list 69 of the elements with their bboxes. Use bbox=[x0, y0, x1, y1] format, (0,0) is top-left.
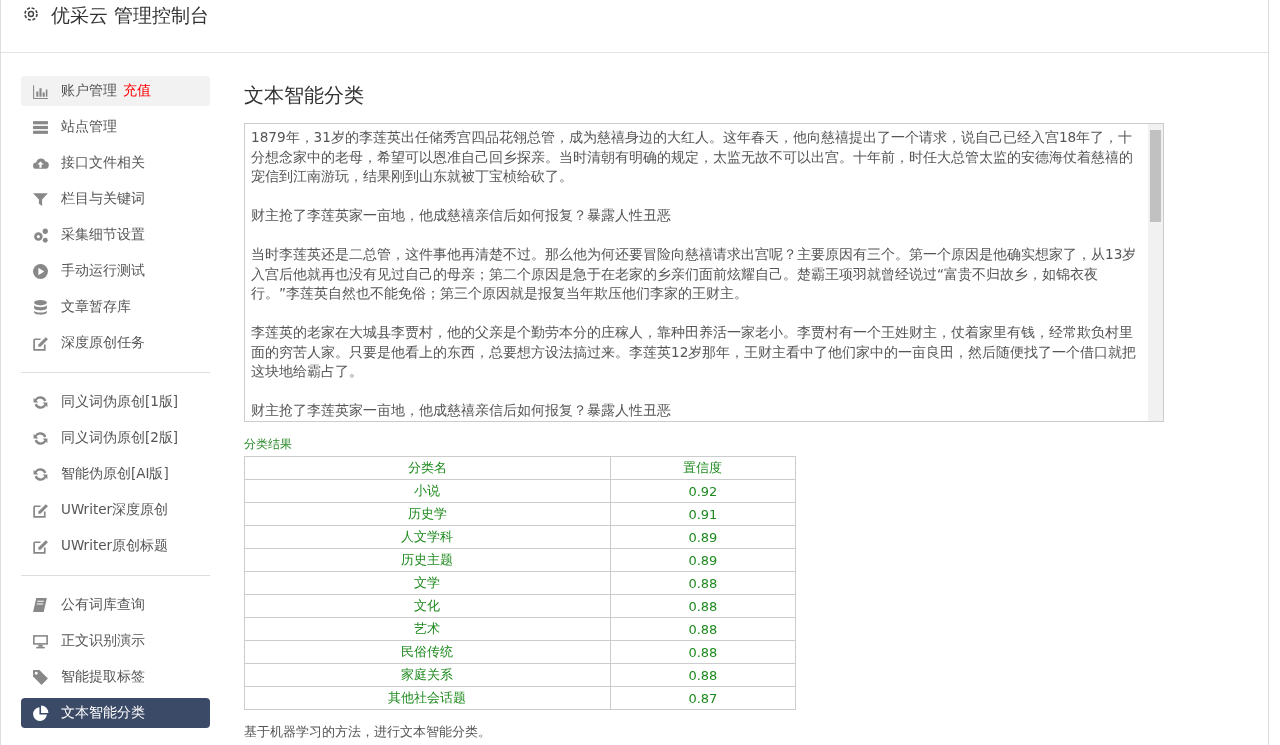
table-cell: 0.88 bbox=[610, 663, 796, 687]
paragraph: 财主抢了李莲英家一亩地，他成慈禧亲信后如何报复？暴露人性丑恶 bbox=[251, 206, 672, 225]
sidebar-item[interactable]: 同义词伪原创[1版] bbox=[21, 387, 210, 417]
database-icon bbox=[32, 298, 49, 316]
settings-icon bbox=[21, 4, 41, 24]
sidebar-item[interactable]: UWriter深度原创 bbox=[21, 495, 210, 525]
pie-chart-icon bbox=[32, 704, 49, 722]
table-cell: 0.89 bbox=[610, 548, 796, 572]
sidebar-item[interactable]: 文本智能分类 bbox=[21, 698, 210, 728]
table-cell: 小说 bbox=[244, 479, 611, 503]
book-icon bbox=[32, 596, 49, 614]
paragraph: 当时李莲英还是二总管，这件事他再清楚不过。那么他为何还要冒险向慈禧请求出宫呢？主要原因有三个。第一个原因是他确实想家了，从13岁入宫后他就再也没有见过自己的母亲；第二个原因是急于在老家的乡亲们面前炫耀自己。楚霸王项羽就曾经说过“富贵不归故乡，如锦衣夜行。”李莲英自然也不能免俗；第三个原因就是报复当年欺压他们李家的王财主。 bbox=[251, 245, 1138, 303]
table-cell: 人文学科 bbox=[244, 525, 611, 549]
sidebar-item[interactable]: 同义词伪原创[2版] bbox=[21, 423, 210, 453]
paragraph: 财主抢了李莲英家一亩地，他成慈禧亲信后如何报复？暴露人性丑恶 bbox=[251, 401, 672, 420]
edit-icon bbox=[32, 537, 49, 555]
description: 基于机器学习的方法，进行文本智能分类。 bbox=[244, 723, 492, 741]
page-title: 文本智能分类 bbox=[244, 82, 365, 109]
table-cell: 民俗传统 bbox=[244, 640, 611, 664]
table-cell: 文学 bbox=[244, 571, 611, 595]
result-label: 分类结果 bbox=[244, 436, 293, 453]
app-title: 优采云 管理控制台 bbox=[51, 3, 210, 28]
table-cell: 文化 bbox=[244, 594, 611, 618]
text-input[interactable] bbox=[244, 123, 1164, 422]
sidebar-item[interactable]: 栏目与关键词 bbox=[21, 184, 210, 214]
sidebar-item[interactable]: 智能提取标签 bbox=[21, 662, 210, 692]
column-header: 分类名 bbox=[244, 456, 611, 480]
sidebar-item[interactable]: UWriter原创标题 bbox=[21, 531, 210, 561]
table-cell: 0.88 bbox=[610, 617, 796, 641]
scrollbar[interactable] bbox=[1148, 124, 1163, 421]
sidebar-item[interactable]: 正文识别演示 bbox=[21, 626, 210, 656]
table-cell: 历史主题 bbox=[244, 548, 611, 572]
sidebar-item[interactable]: 接口文件相关 bbox=[21, 148, 210, 178]
refresh-icon bbox=[32, 393, 49, 411]
sidebar-item[interactable]: 手动运行测试 bbox=[21, 256, 210, 286]
edit-icon bbox=[32, 501, 49, 519]
sidebar-item[interactable]: 文章暂存库 bbox=[21, 292, 210, 322]
table-cell: 0.88 bbox=[610, 640, 796, 664]
sidebar-item[interactable]: 深度原创任务 bbox=[21, 328, 210, 358]
bar-chart-icon bbox=[32, 82, 49, 100]
table-cell: 家庭关系 bbox=[244, 663, 611, 687]
gears-icon bbox=[32, 226, 49, 244]
sidebar-item[interactable]: 站点管理 bbox=[21, 112, 210, 142]
sidebar-item[interactable]: 采集细节设置 bbox=[21, 220, 210, 250]
table-cell: 0.88 bbox=[610, 594, 796, 618]
table-cell: 0.89 bbox=[610, 525, 796, 549]
paragraph: 李莲英的老家在大城县李贾村，他的父亲是个勤劳本分的庄稼人，靠种田养活一家老小。李贾村有一个王姓财主，仗着家里有钱，经常欺负村里面的穷苦人家。只要是他看上的东西，总要想方设法搞过来。李莲英12岁那年，王财主看中了他们家中的一亩良田，然后随便找了一个借口就把这块地给霸占了。 bbox=[251, 323, 1138, 381]
play-icon bbox=[32, 262, 49, 280]
tag-icon bbox=[32, 668, 49, 686]
refresh-icon bbox=[32, 465, 49, 483]
monitor-icon bbox=[32, 632, 49, 650]
refresh-icon bbox=[32, 429, 49, 447]
table-cell: 0.92 bbox=[610, 479, 796, 503]
edit-icon bbox=[32, 334, 49, 352]
paragraph: 1879年，31岁的李莲英出任储秀宫四品花翎总管，成为慈禧身边的大红人。这年春天，他向慈禧提出了一个请求，说自己已经入宫18年了，十分想念家中的老母，希望可以恩准自己回乡探亲。当时清朝有明确的规定，太监无故不可以出宫。十年前，时任大总管太监的安德海仗着慈禧的宠信到江南游玩，结果刚到山东就被丁宝桢给砍了。 bbox=[251, 128, 1134, 186]
table-cell: 艺术 bbox=[244, 617, 611, 641]
column-header: 置信度 bbox=[610, 456, 796, 480]
recharge-link[interactable]: 充值 bbox=[123, 82, 151, 100]
table-cell: 0.88 bbox=[610, 571, 796, 595]
table-cell: 0.87 bbox=[610, 686, 796, 710]
sidebar-item[interactable]: 账户管理 充值 bbox=[21, 76, 210, 106]
item-label: 账户管理 bbox=[61, 82, 117, 100]
server-icon bbox=[32, 118, 49, 136]
table-cell: 其他社会话题 bbox=[244, 686, 611, 710]
table-cell: 历史学 bbox=[244, 502, 611, 526]
table-cell: 0.91 bbox=[610, 502, 796, 526]
sidebar-item[interactable]: 公有词库查询 bbox=[21, 590, 210, 620]
filter-icon bbox=[32, 190, 49, 208]
sidebar-item[interactable]: 智能伪原创[AI版] bbox=[21, 459, 210, 489]
